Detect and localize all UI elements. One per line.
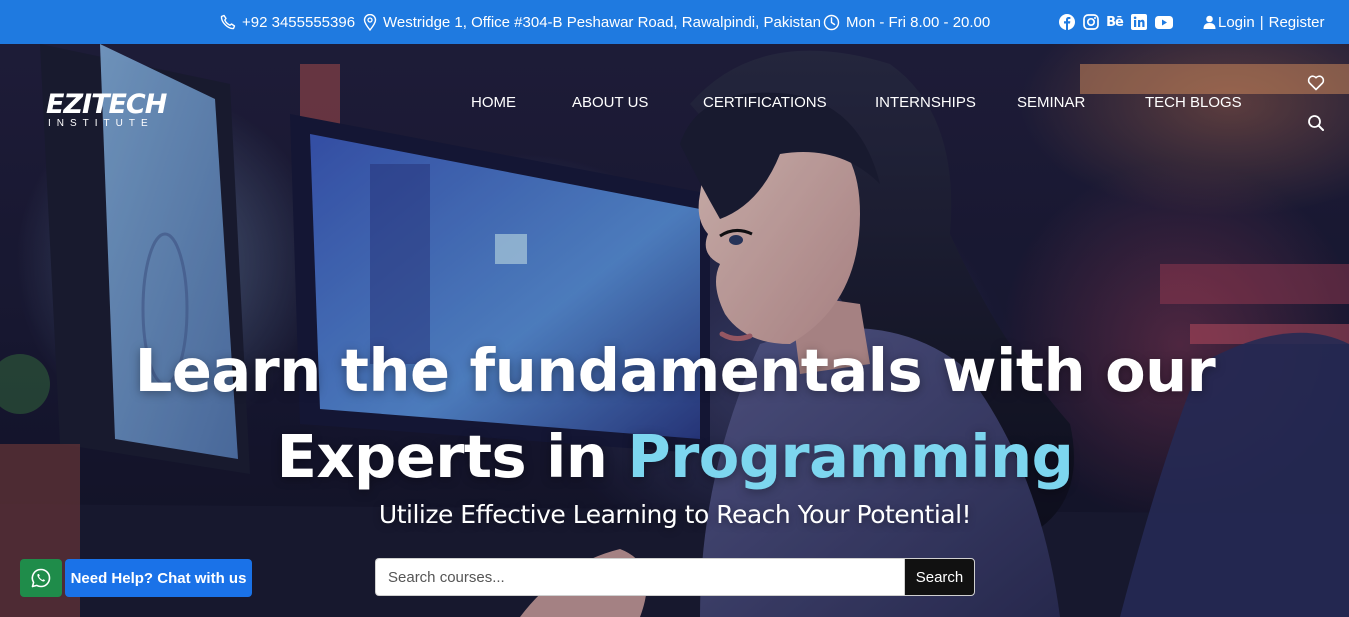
linkedin-icon[interactable]	[1130, 14, 1147, 31]
youtube-icon[interactable]	[1154, 14, 1173, 31]
opening-hours: Mon - Fri 8.00 - 20.00	[823, 0, 990, 44]
whatsapp-icon	[31, 568, 51, 588]
social-links: Bē	[1058, 0, 1173, 44]
register-link[interactable]: Register	[1269, 14, 1325, 31]
phone-contact[interactable]: +92 3455555396	[220, 0, 355, 44]
whatsapp-button[interactable]	[20, 559, 62, 597]
heart-icon[interactable]	[1306, 73, 1326, 93]
site-logo[interactable]: EZITECH INSTITUTE	[46, 89, 167, 130]
hero-section: EZITECH INSTITUTE HOME ABOUT US CERTIFIC…	[0, 44, 1349, 617]
search-icon[interactable]	[1306, 113, 1326, 133]
logo-subtitle: INSTITUTE	[48, 118, 154, 129]
address-text: Westridge 1, Office #304-B Peshawar Road…	[383, 13, 822, 31]
hours-text: Mon - Fri 8.00 - 20.00	[846, 13, 991, 31]
user-icon	[1203, 15, 1216, 29]
course-search-input[interactable]	[375, 558, 904, 596]
phone-icon	[220, 14, 236, 30]
nav-seminar[interactable]: SEMINAR	[1017, 94, 1085, 114]
top-info-bar: +92 3455555396 Westridge 1, Office #304-…	[0, 0, 1349, 44]
behance-icon[interactable]: Bē	[1106, 14, 1124, 31]
nav-about-us[interactable]: ABOUT US	[572, 94, 648, 114]
facebook-icon[interactable]	[1058, 14, 1075, 31]
course-search-button[interactable]: Search	[904, 558, 975, 596]
nav-home[interactable]: HOME	[471, 94, 516, 114]
phone-number: +92 3455555396	[242, 13, 356, 31]
map-pin-icon	[363, 13, 377, 31]
hero-headline: Learn the fundamentals with our Experts …	[100, 328, 1250, 500]
clock-icon	[823, 14, 840, 31]
headline-line1: Learn the fundamentals with our	[134, 336, 1216, 405]
course-search-form: Search	[375, 558, 975, 596]
login-link[interactable]: Login	[1218, 14, 1255, 31]
headline-line2-prefix: Experts in	[276, 422, 628, 491]
address-contact: Westridge 1, Office #304-B Peshawar Road…	[363, 0, 821, 44]
auth-links: Login | Register	[1203, 0, 1324, 44]
nav-certifications[interactable]: CERTIFICATIONS	[703, 94, 827, 114]
logo-wordmark: EZITECH	[46, 89, 167, 120]
auth-separator: |	[1259, 13, 1264, 31]
chat-help-button[interactable]: Need Help? Chat with us	[65, 559, 252, 597]
instagram-icon[interactable]	[1082, 14, 1099, 31]
nav-internships[interactable]: INTERNSHIPS	[875, 94, 976, 114]
nav-tech-blogs[interactable]: TECH BLOGS	[1145, 94, 1242, 114]
headline-accent-word: Programming	[627, 422, 1074, 491]
hero-subheading: Utilize Effective Learning to Reach Your…	[378, 500, 972, 529]
